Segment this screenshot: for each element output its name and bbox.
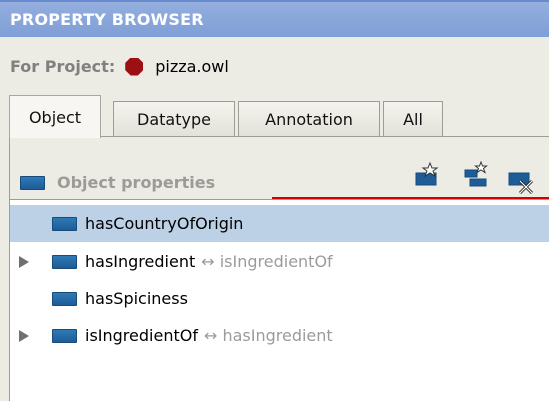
tab-annotation[interactable]: Annotation [238, 101, 380, 136]
create-property-icon[interactable] [414, 161, 442, 187]
delete-property-icon[interactable] [508, 169, 536, 195]
property-name: isIngredientOf ↔ hasIngredient [85, 326, 333, 345]
tree-item-hasspiciness[interactable]: hasSpiciness [10, 280, 549, 317]
tree-item-hascountryoforigin[interactable]: hasCountryOfOrigin [10, 205, 549, 242]
tree-item-isingredientof[interactable]: isIngredientOf ↔ hasIngredient [10, 317, 549, 354]
object-property-icon [52, 291, 77, 306]
annotation-pointer-line [272, 197, 549, 199]
tree-item-hasingredient[interactable]: hasIngredient ↔ isIngredientOf [10, 243, 549, 280]
window-title: PROPERTY BROWSER [10, 10, 204, 29]
object-property-icon [52, 254, 77, 269]
property-name: hasSpiciness [85, 289, 188, 308]
section-title: Object properties [20, 173, 215, 192]
expand-arrow-icon[interactable] [19, 255, 29, 268]
property-name: hasIngredient ↔ isIngredientOf [85, 252, 333, 271]
inverse-property: ↔ isIngredientOf [201, 252, 333, 271]
property-tree: hasCountryOfOrigin hasIngredient ↔ isIngr… [10, 199, 549, 401]
project-row: For Project: pizza.owl [10, 57, 229, 76]
tab-strip: Object Datatype Annotation All [9, 95, 549, 138]
section-header: Object properties [10, 137, 549, 199]
project-filename: pizza.owl [155, 57, 229, 76]
create-subproperty-icon[interactable] [462, 160, 490, 187]
property-browser-window: PROPERTY BROWSER For Project: pizza.owl … [0, 0, 549, 401]
tab-object[interactable]: Object [9, 95, 101, 138]
object-property-icon [52, 216, 77, 231]
object-property-icon [20, 175, 45, 190]
tab-all[interactable]: All [383, 101, 443, 136]
object-properties-panel: Object properties hasCountryOfOrigin has… [9, 137, 549, 401]
property-name: hasCountryOfOrigin [85, 214, 244, 233]
title-bar: PROPERTY BROWSER [0, 0, 549, 37]
object-property-icon [52, 328, 77, 343]
section-title-label: Object properties [57, 173, 216, 192]
expand-arrow-icon[interactable] [19, 329, 29, 342]
tab-datatype[interactable]: Datatype [113, 101, 235, 136]
project-label: For Project: [10, 57, 116, 76]
inverse-property: ↔ hasIngredient [203, 326, 333, 345]
ontology-icon [125, 57, 144, 76]
